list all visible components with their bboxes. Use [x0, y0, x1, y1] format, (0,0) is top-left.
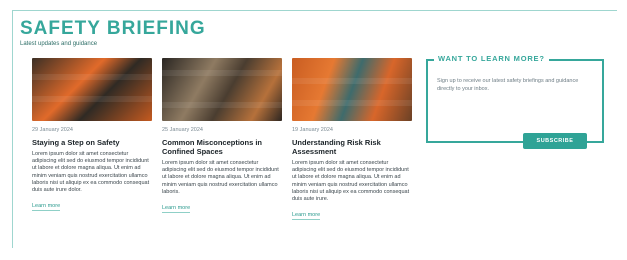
signup-title: Want to learn more? [434, 54, 549, 63]
signup-panel [426, 59, 604, 143]
post-image[interactable] [162, 58, 282, 121]
learn-more-link[interactable]: Learn more [32, 203, 61, 212]
post-card[interactable]: 29 January 2024 Staying a Step on Safety… [32, 58, 152, 243]
post-image[interactable] [292, 58, 412, 121]
post-excerpt: Lorem ipsum dolor sit amet consectetur a… [162, 160, 279, 195]
subscribe-button[interactable]: Subscribe [523, 133, 587, 149]
learn-more-link[interactable]: Learn more [292, 212, 321, 221]
post-image[interactable] [32, 58, 152, 121]
post-date: 19 January 2024 [292, 127, 333, 133]
learn-more-link[interactable]: Learn more [162, 205, 191, 214]
post-headline[interactable]: Understanding Risk Risk Assessment [292, 138, 412, 156]
post-headline[interactable]: Common Misconceptions in Confined Spaces [162, 138, 282, 156]
page-subtitle: Latest updates and guidance [20, 41, 98, 47]
post-card[interactable]: 25 January 2024 Common Misconceptions in… [162, 58, 282, 243]
post-date: 25 January 2024 [162, 127, 203, 133]
post-date: 29 January 2024 [32, 127, 73, 133]
page-title: Safety Briefing [20, 18, 206, 39]
post-headline[interactable]: Staying a Step on Safety [32, 138, 152, 147]
post-excerpt: Lorem ipsum dolor sit amet consectetur a… [32, 151, 150, 194]
signup-text: Sign up to receive our latest safety bri… [437, 78, 579, 92]
post-excerpt: Lorem ipsum dolor sit amet consectetur a… [292, 160, 410, 203]
post-card[interactable]: 19 January 2024 Understanding Risk Risk … [292, 58, 412, 243]
